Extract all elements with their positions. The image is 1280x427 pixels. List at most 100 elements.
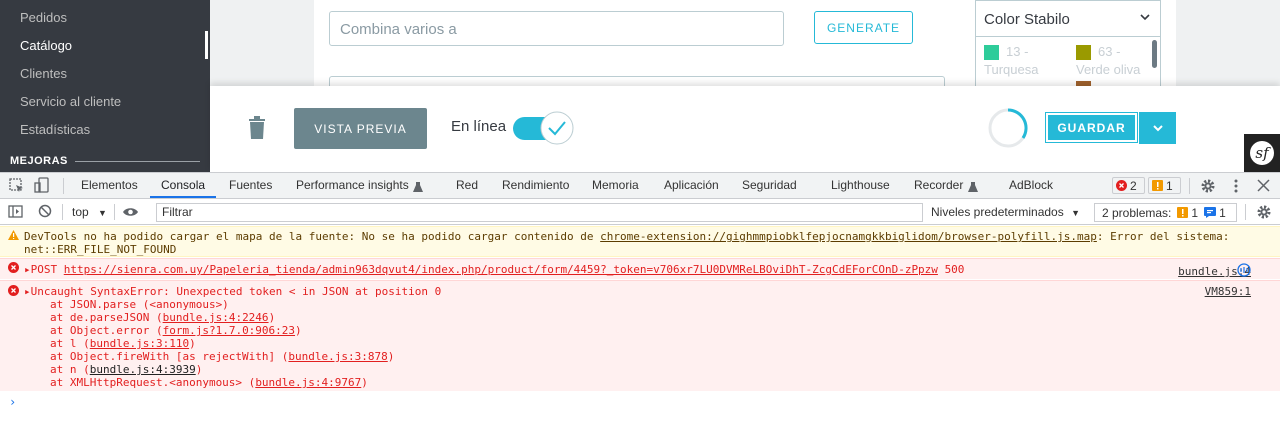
- post-status: 500: [944, 263, 965, 276]
- tab-consola[interactable]: Consola: [161, 178, 205, 192]
- eye-icon[interactable]: [122, 205, 139, 224]
- stack-link[interactable]: bundle.js:4:3939: [90, 363, 196, 376]
- expand-arrow-icon[interactable]: ▸: [24, 285, 31, 298]
- color-select-value: Color Stabilo: [984, 11, 1070, 28]
- issues-button[interactable]: 2 problemas: 1 1: [1094, 203, 1237, 222]
- tab-red[interactable]: Red: [456, 178, 478, 192]
- chevron-down-icon: [1140, 10, 1150, 25]
- stack-text: at Object.error (: [50, 324, 163, 337]
- console-prompt[interactable]: ›: [9, 395, 16, 409]
- levels-value: Niveles predeterminados: [931, 205, 1064, 219]
- console-filter-input[interactable]: Filtrar: [156, 203, 923, 222]
- sidebar-item-pedidos[interactable]: Pedidos: [20, 10, 67, 25]
- stack-link[interactable]: bundle.js:3:878: [288, 350, 387, 363]
- error-icon: [8, 285, 19, 299]
- stack-link[interactable]: bundle.js:4:9767: [255, 376, 361, 389]
- caret-down-icon: ▼: [98, 208, 107, 218]
- flask-icon: [413, 180, 423, 198]
- stack-frame: at Object.error (form.js?1.7.0:906:23): [50, 324, 302, 337]
- flask-icon: [968, 180, 978, 198]
- sidebar-item-catalogo[interactable]: Catálogo: [20, 38, 72, 53]
- close-icon[interactable]: [1257, 179, 1270, 197]
- stack-text: ): [387, 350, 395, 363]
- error-icon: [8, 262, 19, 276]
- syntax-error-source-link[interactable]: VM859:1: [1205, 285, 1251, 298]
- sidebar-active-indicator: [205, 31, 208, 59]
- swatch-turquesa[interactable]: [984, 45, 999, 60]
- tab-recorder[interactable]: Recorder: [914, 178, 963, 192]
- preview-button[interactable]: VISTA PREVIA: [294, 108, 427, 149]
- settings-gear-icon[interactable]: [1200, 178, 1216, 199]
- combine-attributes-input[interactable]: Combina varios a: [329, 11, 784, 46]
- tab-lighthouse[interactable]: Lighthouse: [831, 178, 890, 192]
- swatch-verde-oliva[interactable]: [1076, 45, 1091, 60]
- warning-icon: [1152, 180, 1163, 191]
- console-syntax-error: ▸Uncaught SyntaxError: Unexpected token …: [0, 280, 1280, 391]
- stack-link[interactable]: bundle.js:3:110: [90, 337, 189, 350]
- generate-button[interactable]: GENERATE: [814, 11, 913, 44]
- warning-text-suffix: : Error del sistema:: [1096, 230, 1230, 243]
- stack-frame: at de.parseJSON (bundle.js:4:2246): [50, 311, 275, 324]
- symfony-icon[interactable]: sf: [1244, 134, 1280, 172]
- warning-line-2: net::ERR_FILE_NOT_FOUND: [24, 243, 177, 256]
- console-warning-message: DevTools no ha podido cargar el mapa de …: [0, 226, 1280, 257]
- warning-sourcemap-link[interactable]: chrome-extension://gighmmpiobklfepjocnam…: [600, 230, 1097, 243]
- trash-icon[interactable]: [247, 116, 267, 140]
- admin-sidebar: Pedidos Catálogo Clientes Servicio al cl…: [0, 0, 210, 172]
- save-button[interactable]: GUARDAR: [1045, 112, 1138, 143]
- tab-seguridad[interactable]: Seguridad: [742, 178, 797, 192]
- tab-fuentes[interactable]: Fuentes: [229, 178, 272, 192]
- console-post-error: ▸POST https://sienra.com.uy/Papeleria_ti…: [0, 258, 1280, 279]
- sidebar-section-title: MEJORAS: [10, 155, 68, 167]
- warning-count: 1: [1166, 178, 1173, 193]
- stack-text: ): [189, 337, 196, 350]
- network-request-icon[interactable]: [1237, 263, 1251, 280]
- expand-arrow-icon[interactable]: ▸: [24, 263, 31, 276]
- tab-rendimiento[interactable]: Rendimiento: [502, 178, 569, 192]
- syntax-error-line: ▸Uncaught SyntaxError: Unexpected token …: [24, 285, 441, 298]
- toolbar-separator: [114, 204, 115, 220]
- stack-frame: at JSON.parse (<anonymous>): [50, 298, 229, 311]
- tab-aplicacion[interactable]: Aplicación: [664, 178, 719, 192]
- sidebar-toggle-icon[interactable]: [8, 204, 23, 224]
- swatch-label-name: Verde oliva: [1076, 62, 1141, 77]
- tab-elementos[interactable]: Elementos: [81, 178, 138, 192]
- tab-memoria[interactable]: Memoria: [592, 178, 639, 192]
- stack-text: at l (: [50, 337, 90, 350]
- context-select[interactable]: top ▼: [72, 205, 107, 219]
- stack-link[interactable]: form.js?1.7.0:906:23: [163, 324, 295, 337]
- error-counter[interactable]: 2: [1112, 177, 1145, 194]
- more-options-icon[interactable]: [1230, 178, 1242, 199]
- clear-console-icon[interactable]: [38, 204, 52, 223]
- sidebar-item-estadisticas[interactable]: Estadísticas: [20, 122, 90, 137]
- tabbar-separator: [1189, 178, 1190, 194]
- inspect-element-icon[interactable]: [9, 178, 25, 199]
- tabbar-separator: [63, 178, 64, 194]
- sidebar-section-divider: [75, 161, 200, 162]
- sidebar-item-clientes[interactable]: Clientes: [20, 66, 67, 81]
- post-url-link[interactable]: https://sienra.com.uy/Papeleria_tienda/a…: [64, 263, 938, 276]
- swatch-scrollbar[interactable]: [1152, 40, 1157, 68]
- stack-text: ): [361, 376, 368, 389]
- tab-performance-insights[interactable]: Performance insights: [296, 178, 409, 192]
- log-levels-select[interactable]: Niveles predeterminados ▼: [931, 205, 1080, 219]
- warning-icon: [1177, 207, 1189, 218]
- sidebar-item-servicio[interactable]: Servicio al cliente: [20, 94, 121, 109]
- warning-triangle-icon: [8, 230, 19, 243]
- color-attribute-select[interactable]: Color Stabilo: [975, 0, 1161, 37]
- tab-adblock[interactable]: AdBlock: [1009, 178, 1053, 192]
- device-toolbar-icon[interactable]: [34, 177, 50, 199]
- warning-text: DevTools no ha podido cargar el mapa de …: [24, 230, 601, 243]
- devtools-tabbar: Elementos Consola Fuentes Performance in…: [0, 173, 1280, 199]
- console-settings-gear-icon[interactable]: [1256, 204, 1272, 225]
- swatch-label-num: 63 -: [1098, 44, 1121, 59]
- online-toggle[interactable]: [512, 111, 576, 145]
- save-options-dropdown[interactable]: [1139, 112, 1176, 144]
- toolbar-separator: [62, 204, 63, 220]
- context-value: top: [72, 205, 89, 219]
- post-method: POST: [30, 263, 58, 276]
- stack-link[interactable]: bundle.js:4:2246: [163, 311, 269, 324]
- stack-text: ): [295, 324, 302, 337]
- warning-counter[interactable]: 1: [1148, 177, 1181, 194]
- stack-text: at JSON.parse (<anonymous>): [50, 298, 229, 311]
